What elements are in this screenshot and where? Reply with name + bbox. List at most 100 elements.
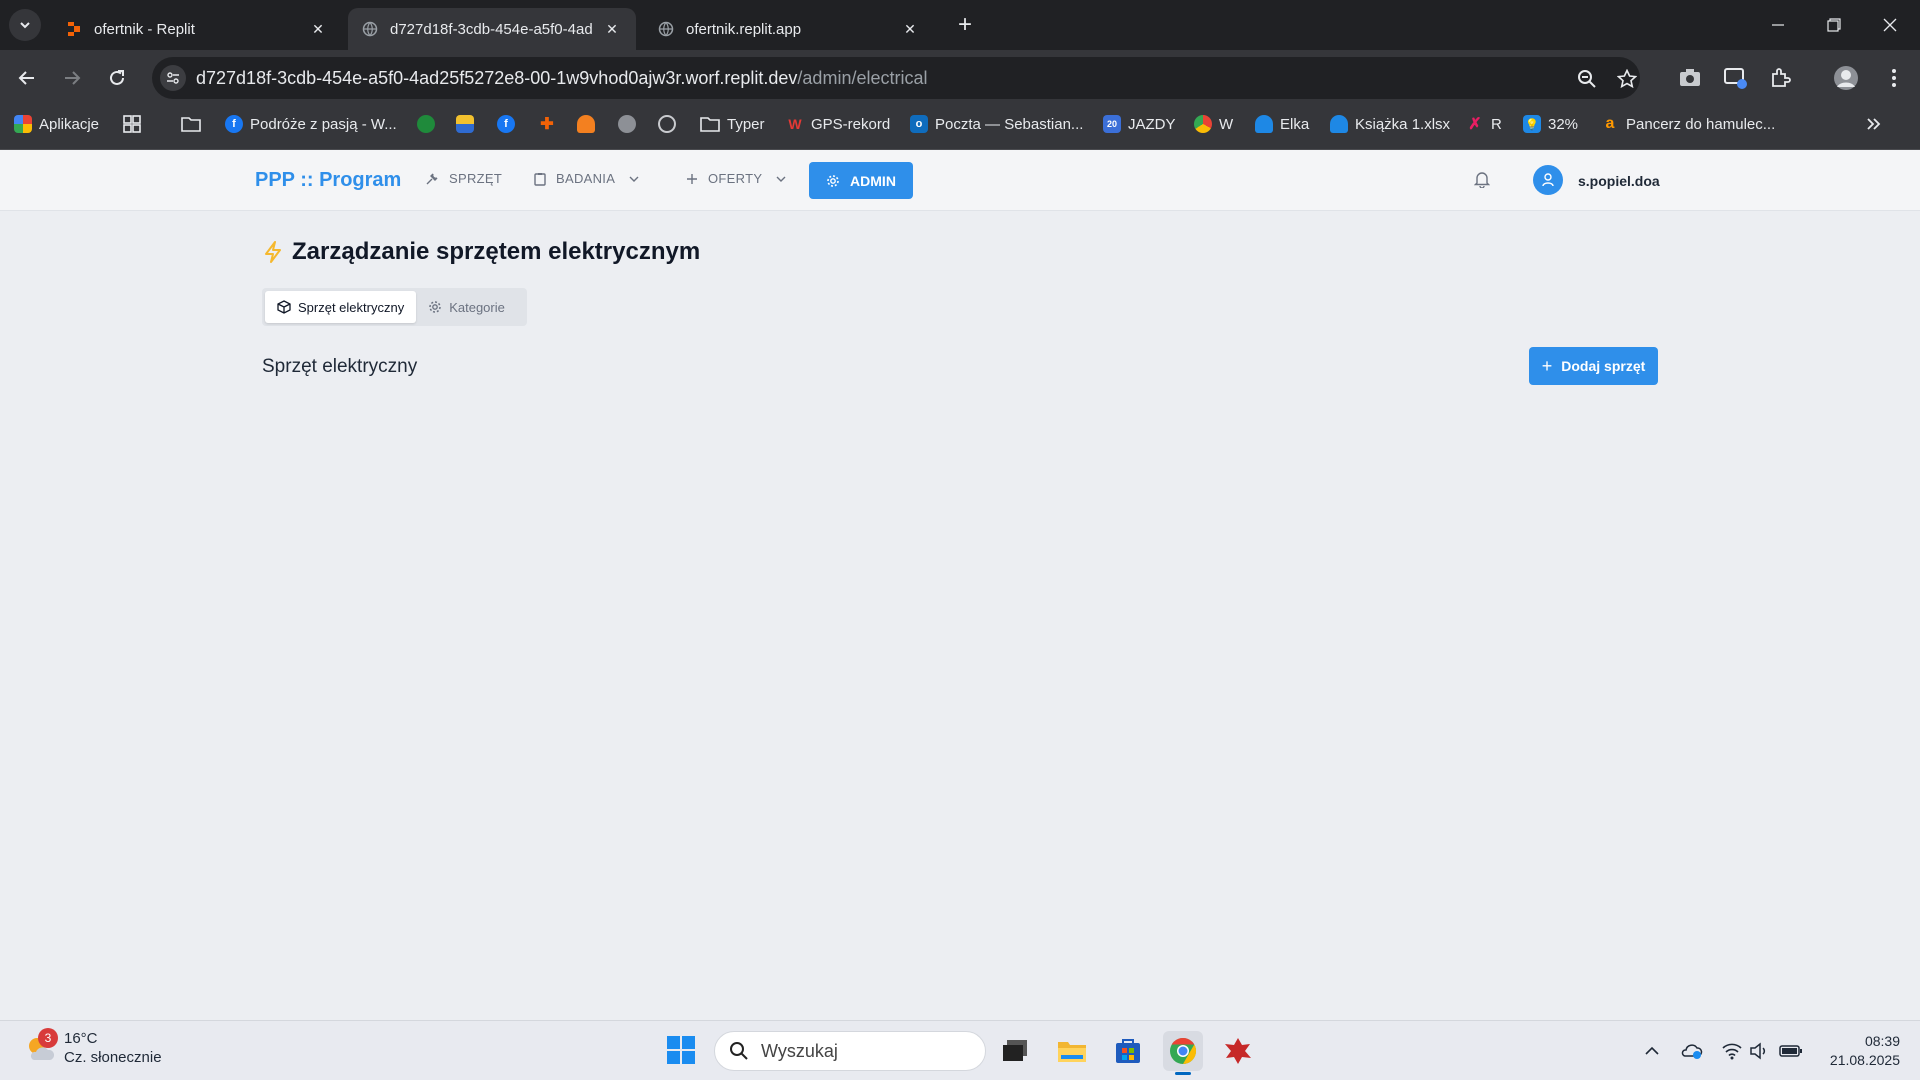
bookmark-label: Podróże z pasją - W... [250,115,397,133]
bookmark-32[interactable]: 💡 32% [1523,106,1578,142]
onedrive-tray-icon[interactable] [1680,1039,1704,1063]
chevron-down-icon [629,176,639,182]
close-tab-icon[interactable]: ✕ [900,21,920,38]
minimize-button[interactable] [1750,0,1806,50]
tab-title: ofertnik.replit.app [686,20,802,38]
reload-button[interactable] [99,60,135,96]
bookmark-globe[interactable] [618,106,643,142]
bookmark-label: R [1491,115,1502,133]
bookmark-gps[interactable]: W GPS-rekord [786,106,890,142]
wifi-icon[interactable] [1720,1039,1744,1063]
nav-admin-button[interactable]: ADMIN [809,162,913,199]
browser-menu-icon[interactable] [1878,62,1910,94]
site-info-icon[interactable] [160,65,186,91]
bookmark-r[interactable]: ✗ R [1466,106,1502,142]
url-host: d727d18f-3cdb-454e-a5f0-4ad25f5272e8-00-… [196,67,798,88]
browser-tab-active[interactable]: d727d18f-3cdb-454e-a5f0-4ad ✕ [348,8,636,50]
bookmark-label: Aplikacje [39,115,100,133]
battery-icon[interactable] [1779,1039,1803,1063]
file-explorer-icon[interactable] [1052,1031,1092,1071]
system-clock[interactable]: 08:39 21.08.2025 [1820,1032,1900,1070]
onedrive-icon [1330,115,1348,133]
tab-categories[interactable]: Kategorie [416,291,517,323]
close-tab-icon[interactable]: ✕ [602,21,622,38]
gear-icon [429,301,441,313]
bookmarks-bar: Aplikacje f Podróże z pasją - W... f ✚ T… [0,106,1920,150]
plus-icon [687,173,697,184]
red-app-icon[interactable] [1218,1031,1258,1071]
bookmark-jazdy[interactable]: 20 JAZDY [1103,106,1176,142]
restore-button[interactable] [1806,0,1862,50]
nav-offers[interactable]: OFERTY [686,171,786,186]
nav-label: OFERTY [708,171,763,186]
cloud-icon [577,115,595,133]
bookmark-openai[interactable] [658,106,683,142]
address-bar[interactable]: d727d18f-3cdb-454e-a5f0-4ad25f5272e8-00-… [152,57,1640,99]
extensions-icon[interactable] [1764,62,1796,94]
more-bookmarks-icon[interactable] [1866,106,1882,142]
cast-icon[interactable] [1720,62,1752,94]
bookmark-green[interactable] [417,106,442,142]
brand-logo[interactable]: PPP :: Program [255,169,401,192]
replit-favicon [68,22,80,36]
tab-electrical-equipment[interactable]: Sprzęt elektryczny [265,291,417,323]
bookmark-podroze[interactable]: f Podróże z pasją - W... [225,106,397,142]
bookmark-label: 32% [1548,115,1579,133]
bookmark-star-icon[interactable] [1614,66,1640,92]
nav-research[interactable]: BADANIA [534,171,639,186]
windows-start-icon[interactable] [666,1035,696,1065]
browser-tab-replit[interactable]: ofertnik - Replit ✕ [52,8,342,50]
back-button[interactable] [9,60,45,96]
close-window-button[interactable] [1862,0,1918,50]
show-hidden-icons-chevron-icon[interactable] [1640,1039,1664,1063]
task-view-icon[interactable] [995,1031,1035,1071]
bookmark-ksiazka[interactable]: Książka 1.xlsx [1330,106,1450,142]
tab-groups-icon[interactable] [122,106,142,142]
bookmark-poczta[interactable]: o Poczta — Sebastian... [910,106,1083,142]
calendar-icon: 20 [1103,115,1121,133]
reload-icon [110,70,124,85]
browser-tab-bar: ofertnik - Replit ✕ d727d18f-3cdb-454e-a… [0,0,1920,50]
bookmark-facebook[interactable]: f [497,106,522,142]
apps-grid-icon [14,115,32,133]
add-equipment-button[interactable]: + Dodaj sprzęt [1529,347,1658,385]
notifications-bell-icon[interactable] [1473,170,1494,190]
app-top-nav: PPP :: Program SPRZĘT BADANIA OFERTY ADM… [0,150,1920,211]
onedrive-icon [1255,115,1273,133]
search-placeholder: Wyszukaj [761,1040,838,1061]
page-title: Zarządzanie sprzętem elektrycznym [292,238,701,265]
forward-button[interactable] [54,60,90,96]
amazon-icon: a [1605,115,1615,132]
microsoft-store-icon[interactable] [1108,1031,1148,1071]
bookmark-aplikacje[interactable]: Aplikacje [14,106,99,142]
bookmark-typer[interactable]: Typer [700,106,765,142]
minimize-icon [1772,24,1784,26]
close-tab-icon[interactable]: ✕ [308,21,328,38]
profile-avatar-icon[interactable] [1830,62,1862,94]
username-label[interactable]: s.popiel.doa [1578,173,1660,189]
tab-search-button[interactable] [9,9,41,41]
user-avatar[interactable] [1533,165,1563,195]
toolbox-icon [456,115,474,133]
weather-widget[interactable]: 3 16°C Cz. słonecznie [24,1028,162,1067]
volume-icon[interactable] [1748,1039,1772,1063]
chrome-taskbar-icon[interactable] [1163,1031,1203,1075]
bookmark-elka[interactable]: Elka [1255,106,1309,142]
bookmark-label: Pancerz do hamulec... [1626,115,1776,133]
nav-equipment[interactable]: SPRZĘT [425,171,502,186]
bookmark-cloud[interactable] [577,106,602,142]
browser-tab-app[interactable]: ofertnik.replit.app ✕ [644,8,934,50]
bookmark-toolbox[interactable] [456,106,481,142]
bookmark-label: Elka [1280,115,1310,133]
zoom-icon[interactable] [1574,66,1600,92]
bookmark-pancerz[interactable]: a Pancerz do hamulec... [1601,106,1776,142]
bookmark-orange[interactable]: ✚ [538,106,563,142]
bookmark-w[interactable]: W [1194,106,1233,142]
new-tab-button[interactable]: + [950,10,980,40]
bookmarks-folder-icon[interactable] [181,106,201,142]
section-tabs: Sprzęt elektryczny Kategorie [262,288,527,326]
screenshot-icon[interactable] [1674,62,1706,94]
weather-badge: 3 [38,1028,58,1048]
url-text[interactable]: d727d18f-3cdb-454e-a5f0-4ad25f5272e8-00-… [196,68,927,89]
taskbar-search-input[interactable]: Wyszukaj [714,1031,986,1071]
